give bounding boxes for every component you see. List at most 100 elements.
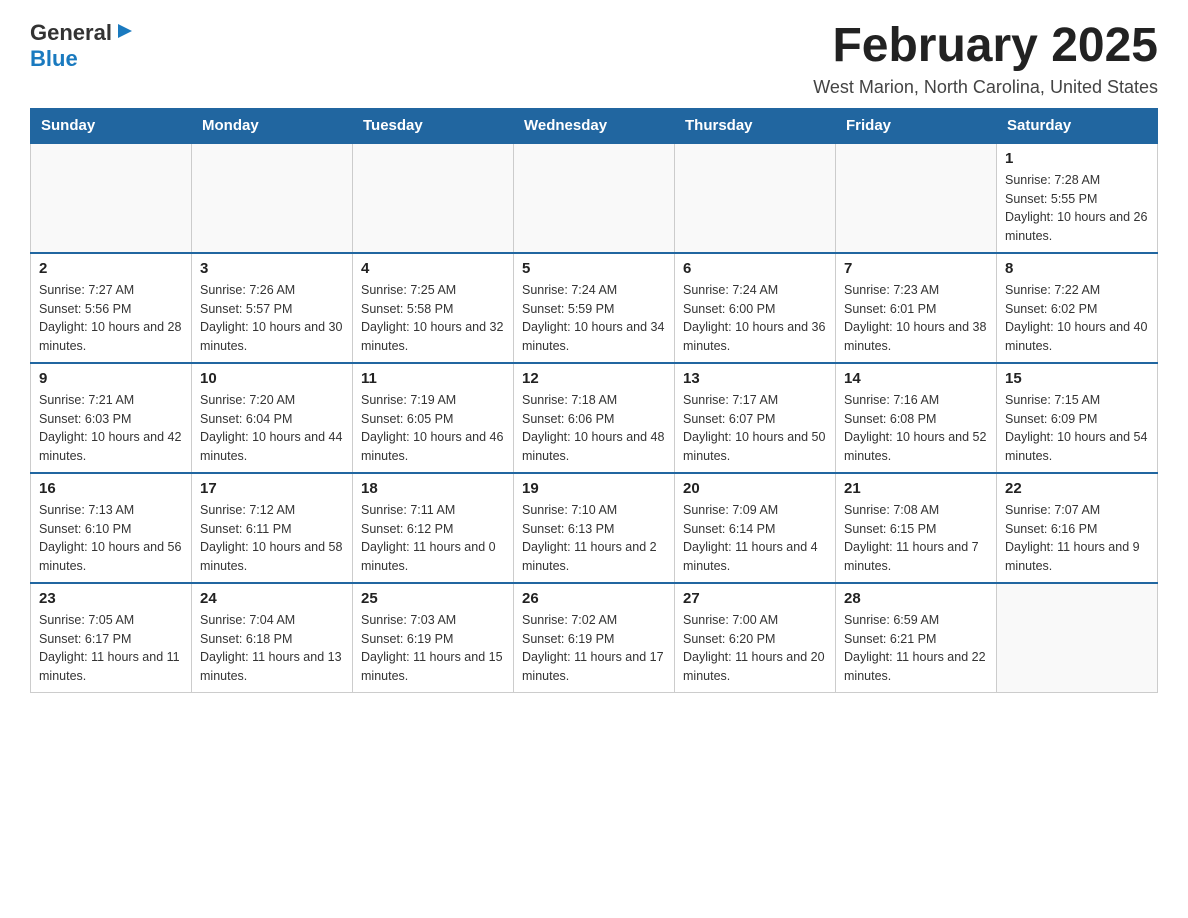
calendar-day-cell [31, 143, 192, 253]
day-sun-info: Sunrise: 7:00 AMSunset: 6:20 PMDaylight:… [683, 611, 827, 686]
day-number: 4 [361, 260, 505, 277]
calendar-day-cell: 26 Sunrise: 7:02 AMSunset: 6:19 PMDayligh… [514, 583, 675, 693]
day-number: 10 [200, 370, 344, 387]
day-number: 17 [200, 480, 344, 497]
day-sun-info: Sunrise: 7:03 AMSunset: 6:19 PMDaylight:… [361, 611, 505, 686]
location-title: West Marion, North Carolina, United Stat… [813, 77, 1158, 98]
day-sun-info: Sunrise: 7:08 AMSunset: 6:15 PMDaylight:… [844, 501, 988, 576]
calendar-day-cell: 3 Sunrise: 7:26 AMSunset: 5:57 PMDaylight… [192, 253, 353, 363]
day-number: 28 [844, 590, 988, 607]
day-sun-info: Sunrise: 7:24 AMSunset: 5:59 PMDaylight:… [522, 281, 666, 356]
day-number: 3 [200, 260, 344, 277]
day-sun-info: Sunrise: 7:09 AMSunset: 6:14 PMDaylight:… [683, 501, 827, 576]
calendar-day-cell: 10Sunrise: 7:20 AMSunset: 6:04 PMDayligh… [192, 363, 353, 473]
day-sun-info: Sunrise: 7:19 AMSunset: 6:05 PMDaylight:… [361, 391, 505, 466]
logo-general: General [30, 20, 112, 46]
calendar-table: SundayMondayTuesdayWednesdayThursdayFrid… [30, 108, 1158, 693]
day-number: 12 [522, 370, 666, 387]
calendar-day-cell: 9Sunrise: 7:21 AMSunset: 6:03 PMDaylight… [31, 363, 192, 473]
day-number: 23 [39, 590, 183, 607]
calendar-day-cell: 20 Sunrise: 7:09 AMSunset: 6:14 PMDayligh… [675, 473, 836, 583]
day-number: 22 [1005, 480, 1149, 497]
day-sun-info: Sunrise: 7:04 AMSunset: 6:18 PMDaylight:… [200, 611, 344, 686]
calendar-day-cell [675, 143, 836, 253]
day-of-week-header: Monday [192, 108, 353, 143]
title-block: February 2025 West Marion, North Carolin… [813, 20, 1158, 98]
day-sun-info: Sunrise: 7:26 AMSunset: 5:57 PMDaylight:… [200, 281, 344, 356]
calendar-day-cell [192, 143, 353, 253]
day-sun-info: Sunrise: 7:10 AMSunset: 6:13 PMDaylight:… [522, 501, 666, 576]
day-sun-info: Sunrise: 7:28 AMSunset: 5:55 PMDaylight:… [1005, 171, 1149, 246]
day-number: 26 [522, 590, 666, 607]
day-number: 25 [361, 590, 505, 607]
day-number: 27 [683, 590, 827, 607]
day-sun-info: Sunrise: 7:11 AMSunset: 6:12 PMDaylight:… [361, 501, 505, 576]
day-sun-info: Sunrise: 7:17 AMSunset: 6:07 PMDaylight:… [683, 391, 827, 466]
calendar-day-cell: 8 Sunrise: 7:22 AMSunset: 6:02 PMDaylight… [997, 253, 1158, 363]
calendar-day-cell: 14Sunrise: 7:16 AMSunset: 6:08 PMDayligh… [836, 363, 997, 473]
day-sun-info: Sunrise: 7:13 AMSunset: 6:10 PMDaylight:… [39, 501, 183, 576]
day-sun-info: Sunrise: 7:07 AMSunset: 6:16 PMDaylight:… [1005, 501, 1149, 576]
calendar-day-cell [997, 583, 1158, 693]
day-sun-info: Sunrise: 7:16 AMSunset: 6:08 PMDaylight:… [844, 391, 988, 466]
calendar-day-cell: 7 Sunrise: 7:23 AMSunset: 6:01 PMDaylight… [836, 253, 997, 363]
day-number: 20 [683, 480, 827, 497]
calendar-day-cell: 5 Sunrise: 7:24 AMSunset: 5:59 PMDaylight… [514, 253, 675, 363]
calendar-day-cell [514, 143, 675, 253]
day-sun-info: Sunrise: 7:21 AMSunset: 6:03 PMDaylight:… [39, 391, 183, 466]
day-sun-info: Sunrise: 7:02 AMSunset: 6:19 PMDaylight:… [522, 611, 666, 686]
calendar-day-cell: 25 Sunrise: 7:03 AMSunset: 6:19 PMDayligh… [353, 583, 514, 693]
logo-triangle-icon [114, 22, 132, 40]
day-sun-info: Sunrise: 7:24 AMSunset: 6:00 PMDaylight:… [683, 281, 827, 356]
calendar-week-row: 1 Sunrise: 7:28 AMSunset: 5:55 PMDaylight… [31, 143, 1158, 253]
day-number: 7 [844, 260, 988, 277]
calendar-week-row: 2 Sunrise: 7:27 AMSunset: 5:56 PMDaylight… [31, 253, 1158, 363]
calendar-day-cell: 22 Sunrise: 7:07 AMSunset: 6:16 PMDayligh… [997, 473, 1158, 583]
calendar-day-cell: 16 Sunrise: 7:13 AMSunset: 6:10 PMDayligh… [31, 473, 192, 583]
day-number: 2 [39, 260, 183, 277]
day-number: 1 [1005, 150, 1149, 167]
day-sun-info: Sunrise: 7:12 AMSunset: 6:11 PMDaylight:… [200, 501, 344, 576]
day-number: 15 [1005, 370, 1149, 387]
day-sun-info: Sunrise: 7:15 AMSunset: 6:09 PMDaylight:… [1005, 391, 1149, 466]
day-of-week-header: Thursday [675, 108, 836, 143]
day-number: 19 [522, 480, 666, 497]
day-of-week-header: Friday [836, 108, 997, 143]
calendar-day-cell: 24 Sunrise: 7:04 AMSunset: 6:18 PMDayligh… [192, 583, 353, 693]
calendar-day-cell: 21 Sunrise: 7:08 AMSunset: 6:15 PMDayligh… [836, 473, 997, 583]
calendar-day-cell: 11 Sunrise: 7:19 AMSunset: 6:05 PMDayligh… [353, 363, 514, 473]
calendar-day-cell: 18Sunrise: 7:11 AMSunset: 6:12 PMDayligh… [353, 473, 514, 583]
day-sun-info: Sunrise: 7:05 AMSunset: 6:17 PMDaylight:… [39, 611, 183, 686]
calendar-header-row: SundayMondayTuesdayWednesdayThursdayFrid… [31, 108, 1158, 143]
calendar-week-row: 16 Sunrise: 7:13 AMSunset: 6:10 PMDayligh… [31, 473, 1158, 583]
day-of-week-header: Tuesday [353, 108, 514, 143]
calendar-week-row: 9Sunrise: 7:21 AMSunset: 6:03 PMDaylight… [31, 363, 1158, 473]
day-sun-info: Sunrise: 7:27 AMSunset: 5:56 PMDaylight:… [39, 281, 183, 356]
day-number: 24 [200, 590, 344, 607]
calendar-day-cell: 1 Sunrise: 7:28 AMSunset: 5:55 PMDaylight… [997, 143, 1158, 253]
month-title: February 2025 [813, 20, 1158, 73]
day-sun-info: Sunrise: 7:25 AMSunset: 5:58 PMDaylight:… [361, 281, 505, 356]
calendar-day-cell: 17 Sunrise: 7:12 AMSunset: 6:11 PMDayligh… [192, 473, 353, 583]
day-number: 21 [844, 480, 988, 497]
calendar-day-cell: 4 Sunrise: 7:25 AMSunset: 5:58 PMDaylight… [353, 253, 514, 363]
logo: General Blue [30, 20, 132, 72]
calendar-day-cell [836, 143, 997, 253]
calendar-day-cell: 28Sunrise: 6:59 AMSunset: 6:21 PMDayligh… [836, 583, 997, 693]
day-number: 8 [1005, 260, 1149, 277]
day-sun-info: Sunrise: 7:23 AMSunset: 6:01 PMDaylight:… [844, 281, 988, 356]
day-number: 11 [361, 370, 505, 387]
day-number: 5 [522, 260, 666, 277]
day-number: 6 [683, 260, 827, 277]
day-sun-info: Sunrise: 7:22 AMSunset: 6:02 PMDaylight:… [1005, 281, 1149, 356]
calendar-week-row: 23 Sunrise: 7:05 AMSunset: 6:17 PMDayligh… [31, 583, 1158, 693]
day-sun-info: Sunrise: 7:18 AMSunset: 6:06 PMDaylight:… [522, 391, 666, 466]
day-of-week-header: Saturday [997, 108, 1158, 143]
day-of-week-header: Sunday [31, 108, 192, 143]
calendar-day-cell: 12 Sunrise: 7:18 AMSunset: 6:06 PMDayligh… [514, 363, 675, 473]
page-header: General Blue February 2025 West Marion, … [30, 20, 1158, 98]
day-number: 16 [39, 480, 183, 497]
calendar-day-cell: 23 Sunrise: 7:05 AMSunset: 6:17 PMDayligh… [31, 583, 192, 693]
day-number: 13 [683, 370, 827, 387]
logo-blue: Blue [30, 46, 78, 71]
